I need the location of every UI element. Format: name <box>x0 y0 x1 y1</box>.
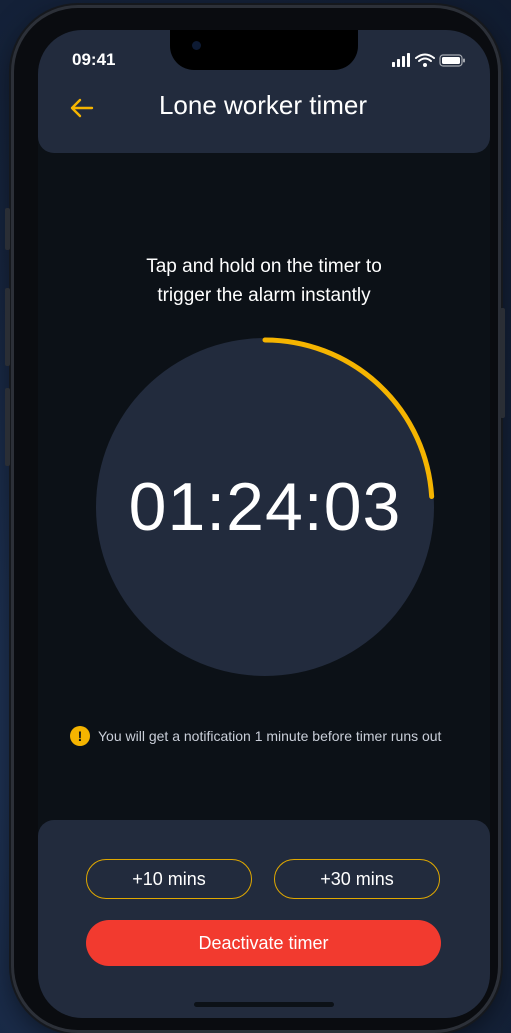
deactivate-timer-button[interactable]: Deactivate timer <box>86 920 441 966</box>
back-button[interactable] <box>64 94 98 122</box>
home-indicator <box>194 1002 334 1007</box>
instruction-line-1: Tap and hold on the timer to <box>146 256 382 277</box>
battery-icon <box>439 54 465 67</box>
notification-notice: ! You will get a notification 1 minute b… <box>70 724 470 748</box>
add-30-mins-button[interactable]: +30 mins <box>274 859 440 899</box>
wifi-icon <box>415 53 435 62</box>
bottom-action-panel: +10 mins +30 mins Deactivate timer <box>38 820 490 1018</box>
status-icons <box>388 52 468 68</box>
timer-dial[interactable]: 01:24:03 <box>95 337 435 677</box>
app-screen: 09:41 Lone worker timer Tap and hold on … <box>38 30 490 1018</box>
signal-icon <box>392 53 410 67</box>
timer-countdown: 01:24:03 <box>128 469 402 545</box>
signal-wifi-battery-icons <box>392 53 465 67</box>
status-time: 09:41 <box>72 50 116 69</box>
page-title: Lone worker timer <box>158 90 368 120</box>
power-button <box>500 308 505 418</box>
arrow-left-icon <box>70 98 94 118</box>
top-bar: 09:41 Lone worker timer <box>38 30 490 153</box>
instruction-text: Tap and hold on the timer to trigger the… <box>78 252 450 310</box>
add-10-mins-button[interactable]: +10 mins <box>86 859 252 899</box>
mute-switch <box>5 208 10 250</box>
exclamation-icon: ! <box>70 726 90 746</box>
notice-text: You will get a notification 1 minute bef… <box>98 728 442 744</box>
volume-down-button <box>5 388 10 466</box>
volume-up-button <box>5 288 10 366</box>
notch <box>170 30 358 70</box>
camera-icon <box>192 41 201 50</box>
instruction-line-2: trigger the alarm instantly <box>157 285 371 306</box>
